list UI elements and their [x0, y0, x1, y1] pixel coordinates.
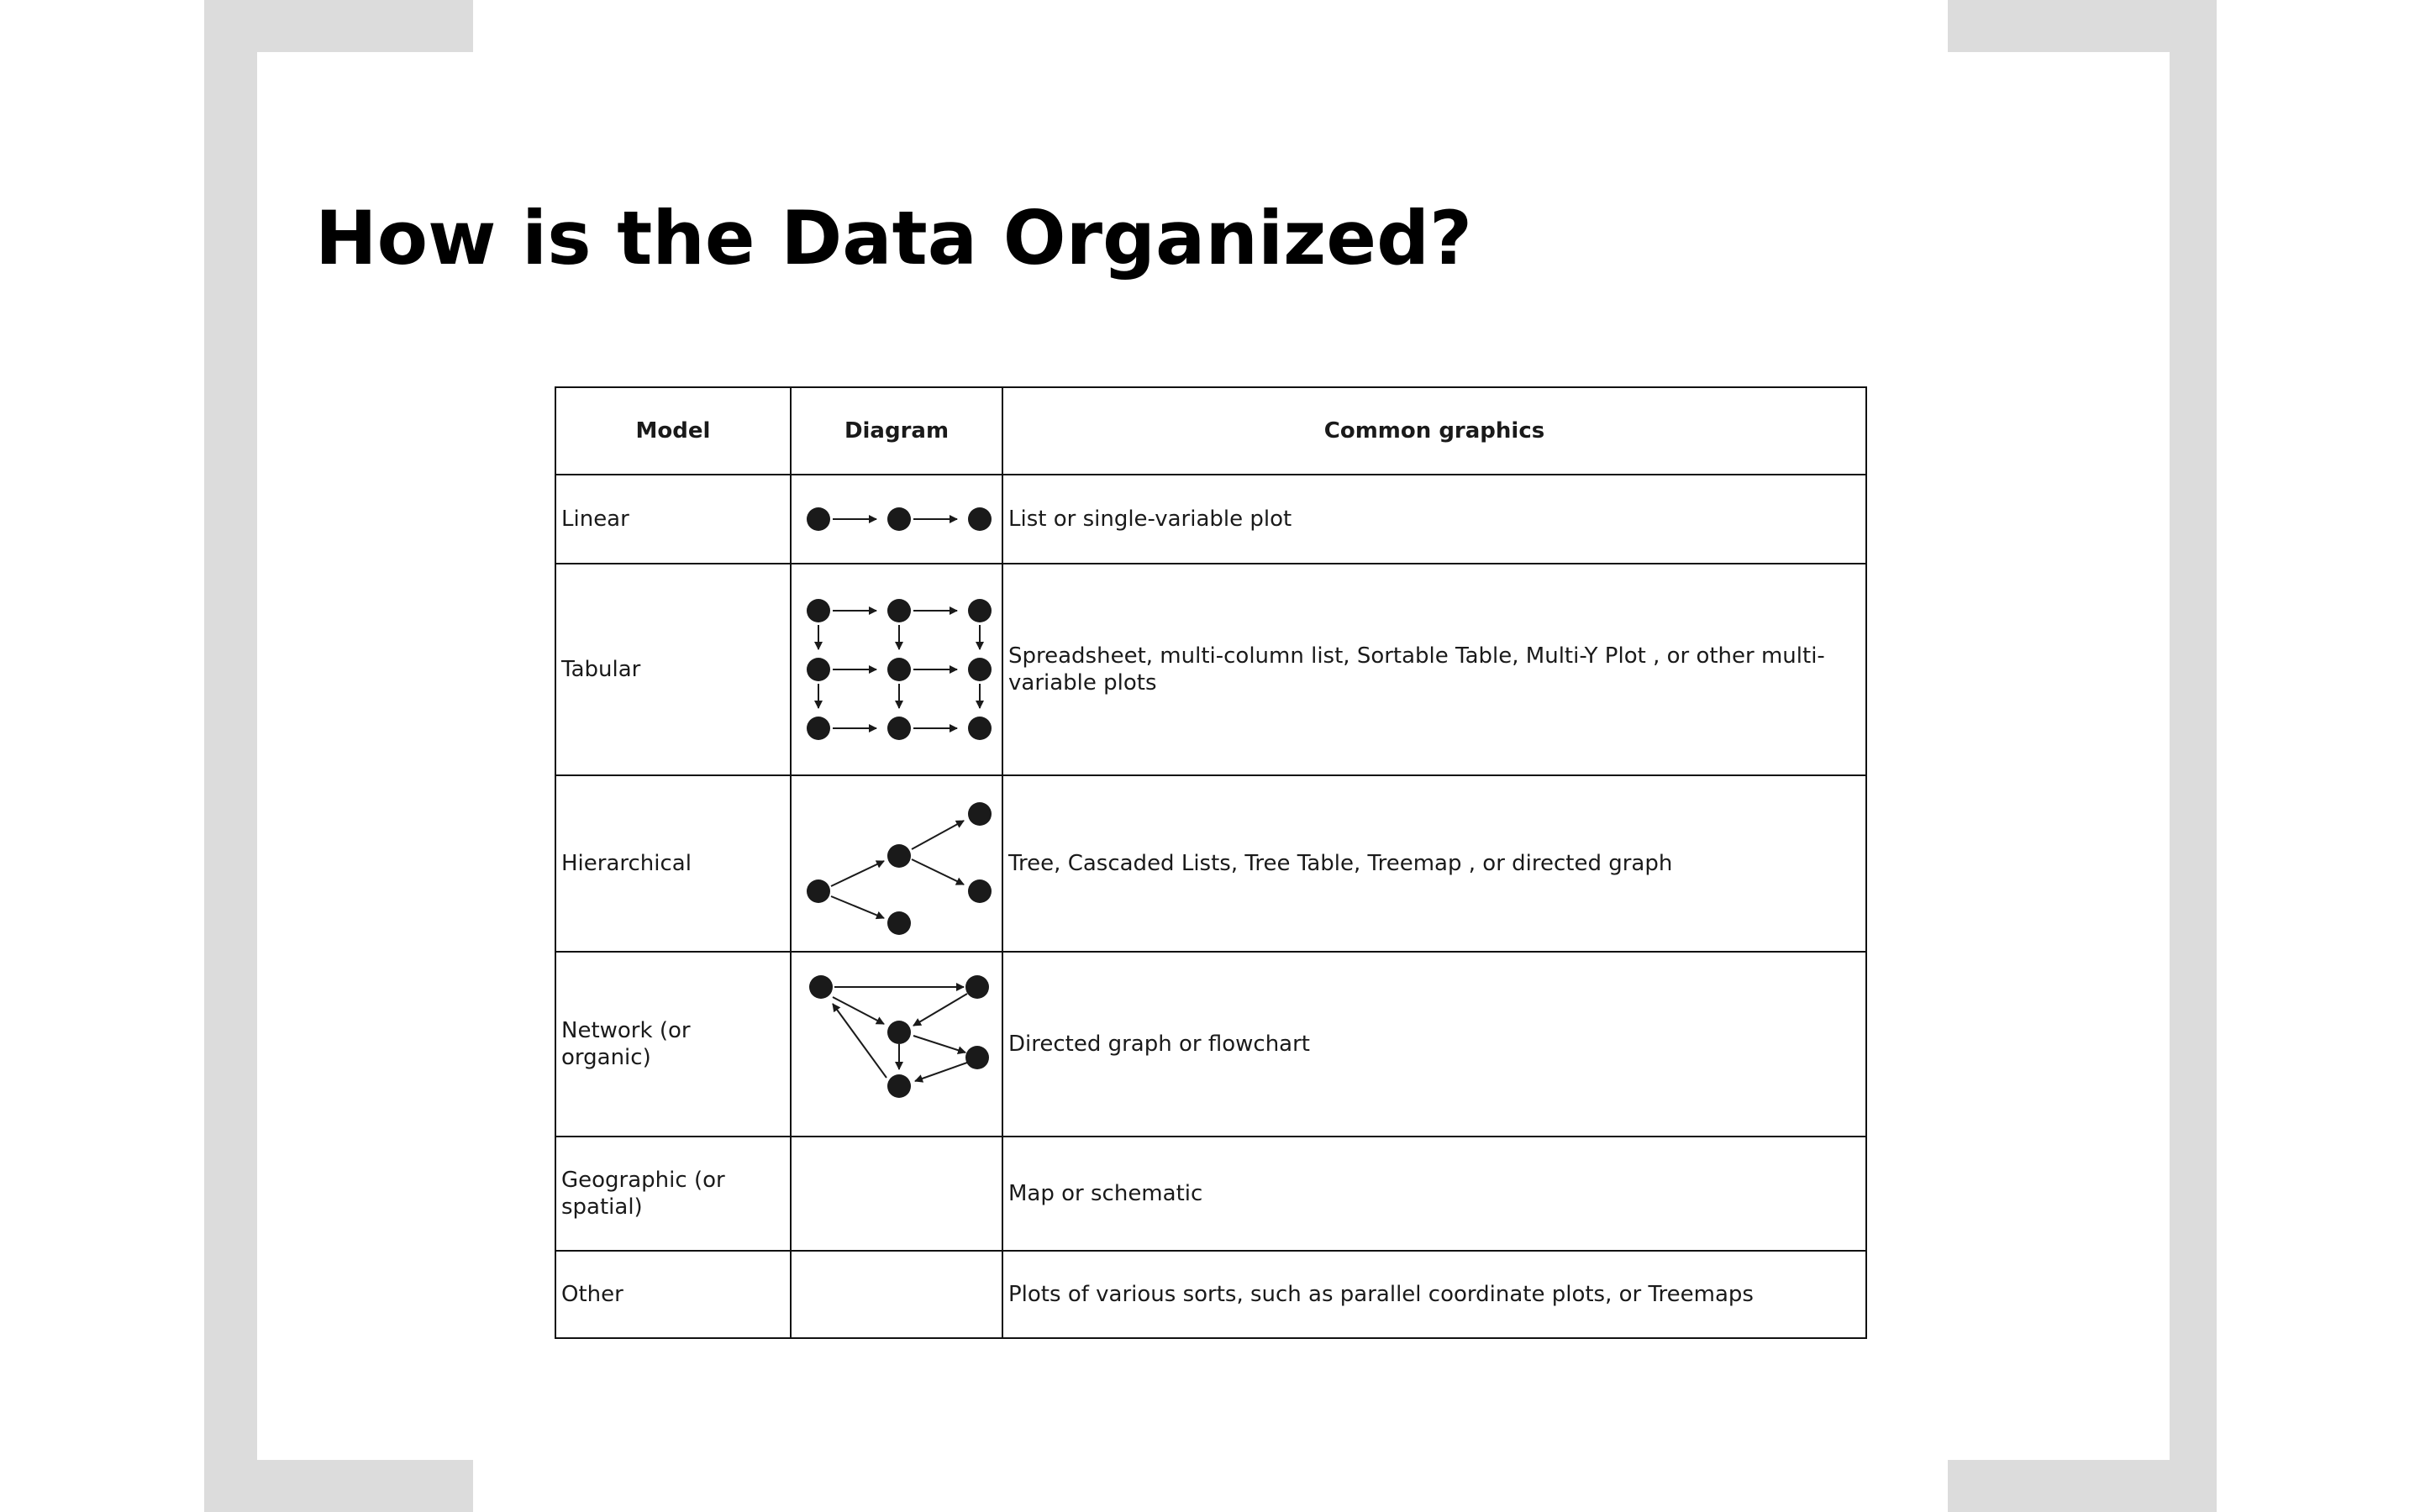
row-diagram-cell-empty: [790, 1136, 1003, 1252]
row-model-cell: Geographic (or spatial): [555, 1136, 792, 1252]
frame-left-bar: [204, 0, 257, 1512]
table-header-row: Model Diagram Common graphics: [555, 386, 1867, 475]
row-graphics-cell: Plots of various sorts, such as parallel…: [1002, 1250, 1867, 1339]
header-common-graphics: Common graphics: [1002, 386, 1867, 475]
table-row: Geographic (or spatial) Map or schematic: [555, 1136, 1867, 1252]
row-graphics-cell: Tree, Cascaded Lists, Tree Table, Treema…: [1002, 774, 1867, 953]
table-row: Hierarchical Tree, Cascaded Lists, Tree …: [555, 774, 1867, 953]
slide-title: How is the Data Organized?: [315, 195, 1473, 281]
table-row: Network (or organic) Directed graph or f…: [555, 951, 1867, 1137]
table-row: Linear List or single-variable plot: [555, 474, 1867, 564]
tabular-diagram-icon: [807, 599, 992, 740]
data-models-table: Model Diagram Common graphics Linear Lis…: [555, 386, 1867, 1339]
frame-right-bar: [2164, 0, 2217, 1512]
row-diagram-cell: [790, 774, 1003, 953]
row-graphics-cell: List or single-variable plot: [1002, 474, 1867, 564]
row-diagram-cell: [790, 563, 1003, 776]
row-graphics-cell: Spreadsheet, multi-column list, Sortable…: [1002, 563, 1867, 776]
row-diagram-cell: [790, 951, 1003, 1137]
network-diagram-icon: [809, 975, 989, 1098]
header-diagram: Diagram: [790, 386, 1003, 475]
row-model-cell: Linear: [555, 474, 792, 564]
hierarchical-diagram-icon: [807, 802, 992, 935]
row-diagram-cell: [790, 474, 1003, 564]
row-model-cell: Other: [555, 1250, 792, 1339]
frame-bottom-right: [1948, 1460, 2217, 1512]
row-model-cell: Tabular: [555, 563, 792, 776]
row-diagram-cell-empty: [790, 1250, 1003, 1339]
row-graphics-cell: Directed graph or flowchart: [1002, 951, 1867, 1137]
row-model-cell: Hierarchical: [555, 774, 792, 953]
row-graphics-cell: Map or schematic: [1002, 1136, 1867, 1252]
table-row: Tabular Spreadsheet, multi-column list, …: [555, 563, 1867, 776]
header-model: Model: [555, 386, 792, 475]
row-model-cell: Network (or organic): [555, 951, 792, 1137]
linear-diagram-icon: [807, 507, 992, 531]
table-row: Other Plots of various sorts, such as pa…: [555, 1250, 1867, 1339]
frame-bottom-left: [204, 1460, 473, 1512]
